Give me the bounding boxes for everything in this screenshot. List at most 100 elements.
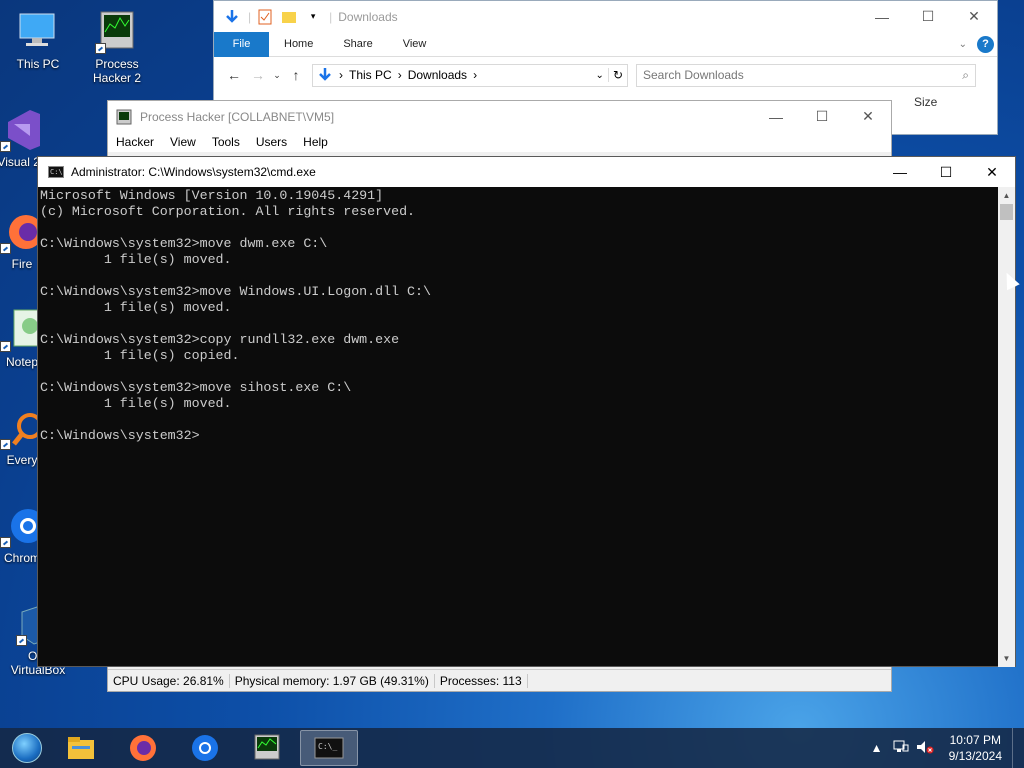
desktop-icon-label: Process Hacker 2 <box>92 57 142 85</box>
volume-muted-icon[interactable] <box>915 740 935 757</box>
address-dropdown-icon[interactable]: ⌄ <box>596 70 604 81</box>
scrollbar-thumb[interactable] <box>1000 204 1013 220</box>
shortcut-arrow-icon <box>0 141 11 152</box>
shortcut-arrow-icon <box>0 243 11 254</box>
menu-hacker[interactable]: Hacker <box>108 135 162 149</box>
explorer-titlebar[interactable]: | ▾ | Downloads — ☐ ✕ <box>214 1 997 32</box>
tab-file[interactable]: File <box>214 31 269 57</box>
column-header-size[interactable]: Size <box>914 95 937 109</box>
shortcut-arrow-icon <box>0 537 11 548</box>
address-bar[interactable]: › This PC › Downloads › ⌄ ↻ <box>312 63 628 87</box>
visual-studio-icon <box>0 108 44 152</box>
minimize-button[interactable]: — <box>877 157 923 187</box>
tab-share[interactable]: Share <box>328 32 387 57</box>
menu-tools[interactable]: Tools <box>204 135 248 149</box>
console-line: C:\Windows\system32>move sihost.exe C:\ <box>40 380 352 395</box>
search-placeholder: Search Downloads <box>643 68 744 82</box>
recent-locations-icon[interactable]: ⌄ <box>270 70 284 81</box>
taskbar-file-explorer[interactable] <box>52 730 110 766</box>
windows-orb-icon <box>12 733 42 763</box>
scroll-up-icon[interactable]: ▲ <box>998 187 1015 204</box>
ribbon-tabs: File Home Share View ⌄ ? <box>214 31 997 57</box>
back-button[interactable]: ← <box>222 67 246 83</box>
show-desktop-button[interactable] <box>1012 728 1024 768</box>
breadcrumb-this-pc[interactable]: This PC <box>349 68 392 82</box>
cmd-icon: C:\_ <box>314 737 344 759</box>
maximize-button[interactable]: ☐ <box>799 102 845 132</box>
console-line: 1 file(s) moved. <box>40 252 232 267</box>
taskbar-process-hacker[interactable] <box>238 730 296 766</box>
svg-text:C:\_: C:\_ <box>318 742 337 751</box>
close-button[interactable]: ✕ <box>969 157 1015 187</box>
process-hacker-icon <box>254 734 280 760</box>
breadcrumb-separator-icon: › <box>397 68 402 82</box>
cmd-titlebar[interactable]: C:\ Administrator: C:\Windows\system32\c… <box>38 157 1015 187</box>
taskbar-clock[interactable]: 10:07 PM 9/13/2024 <box>949 732 1002 764</box>
forward-button[interactable]: → <box>246 67 270 83</box>
taskbar: C:\_ ▲ 10:07 PM 9/13/2024 <box>0 728 1024 768</box>
tab-home[interactable]: Home <box>269 32 328 57</box>
this-pc-icon <box>16 10 60 54</box>
address-row: ← → ⌄ ↑ › This PC › Downloads › ⌄ ↻ Sear… <box>214 57 997 93</box>
desktop-icon-label: This PC <box>16 57 60 71</box>
network-icon[interactable] <box>891 740 911 757</box>
new-folder-icon[interactable] <box>281 9 297 25</box>
taskbar-cmd[interactable]: C:\_ <box>300 730 358 766</box>
expand-ribbon-icon[interactable]: ⌄ <box>959 39 967 50</box>
maximize-button[interactable]: ☐ <box>923 157 969 187</box>
refresh-icon[interactable]: ↻ <box>607 68 627 82</box>
up-button[interactable]: ↑ <box>284 67 308 83</box>
start-button[interactable] <box>6 729 48 767</box>
menu-help[interactable]: Help <box>295 135 336 149</box>
help-icon[interactable]: ? <box>977 35 994 53</box>
breadcrumb-separator-icon: › <box>339 68 343 82</box>
process-count-status: Processes: 113 <box>435 673 528 688</box>
search-input[interactable]: Search Downloads ⌕ <box>636 63 976 87</box>
clock-time: 10:07 PM <box>949 733 1001 747</box>
show-hidden-icons-icon[interactable]: ▲ <box>867 741 887 755</box>
clock-date: 9/13/2024 <box>948 749 1002 763</box>
close-button[interactable]: ✕ <box>845 102 891 132</box>
desktop-icon-process-hacker[interactable]: Process Hacker 2 <box>79 10 155 85</box>
breadcrumb-separator-icon: › <box>473 68 478 82</box>
desktop-icon-this-pc[interactable]: This PC <box>0 10 76 71</box>
maximize-button[interactable]: ☐ <box>905 2 951 32</box>
minimize-button[interactable]: — <box>753 102 799 132</box>
console-output[interactable]: Microsoft Windows [Version 10.0.19045.42… <box>40 188 998 666</box>
download-arrow-icon[interactable] <box>224 9 240 25</box>
file-explorer-icon <box>68 737 94 759</box>
vertical-scrollbar[interactable]: ▲ ▼ <box>998 187 1015 667</box>
process-hacker-titlebar[interactable]: Process Hacker [COLLABNET\VM5] — ☐ ✕ <box>108 101 891 132</box>
console-line: C:\Windows\system32>move dwm.exe C:\ <box>40 236 328 251</box>
minimize-button[interactable]: — <box>859 2 905 32</box>
command-prompt-window[interactable]: C:\ Administrator: C:\Windows\system32\c… <box>37 156 1016 667</box>
console-line: C:\Windows\system32>copy rundll32.exe dw… <box>40 332 400 347</box>
taskbar-firefox[interactable] <box>114 730 172 766</box>
console-line: 1 file(s) copied. <box>40 348 240 363</box>
breadcrumb-downloads[interactable]: Downloads <box>408 68 467 82</box>
scroll-down-icon[interactable]: ▼ <box>998 650 1015 667</box>
taskbar-chrome[interactable] <box>176 730 234 766</box>
menu-view[interactable]: View <box>162 135 204 149</box>
console-line: C:\Windows\system32>move Windows.UI.Logo… <box>40 284 431 299</box>
menu-users[interactable]: Users <box>248 135 295 149</box>
physical-memory-status: Physical memory: 1.97 GB (49.31%) <box>230 673 435 688</box>
shortcut-arrow-icon <box>0 439 11 450</box>
shortcut-arrow-icon <box>16 635 27 646</box>
close-button[interactable]: ✕ <box>951 2 997 32</box>
window-title: Downloads <box>338 9 398 24</box>
console-line: (c) Microsoft Corporation. All rights re… <box>40 204 416 219</box>
process-hacker-icon <box>116 109 132 125</box>
tab-view[interactable]: View <box>388 32 442 57</box>
console-line: C:\Windows\system32> <box>40 428 200 443</box>
search-icon: ⌕ <box>962 67 969 82</box>
chrome-icon <box>192 735 218 761</box>
cpu-usage-status: CPU Usage: 26.81% <box>108 673 230 688</box>
window-title: Process Hacker [COLLABNET\VM5] <box>140 109 335 124</box>
quick-access-dropdown-icon[interactable]: ▾ <box>305 9 321 25</box>
properties-icon[interactable] <box>257 9 273 25</box>
